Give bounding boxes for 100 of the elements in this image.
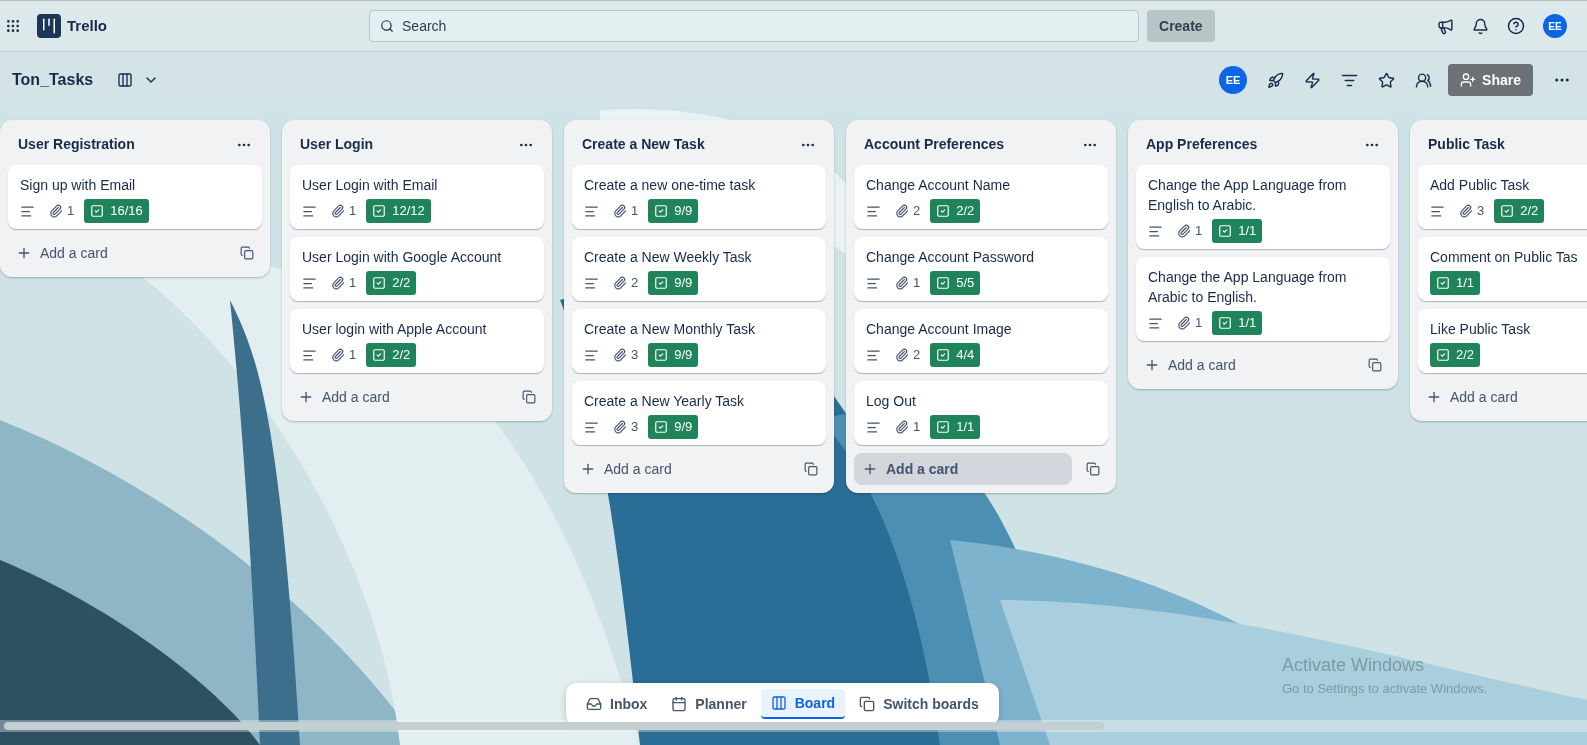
attachment-count: 1 (913, 274, 921, 293)
card-title: Change the App Language from English to Arabic. (1148, 176, 1348, 215)
template-icon[interactable] (1368, 358, 1382, 372)
plus-icon (862, 461, 878, 477)
task-card[interactable]: Like Public Task 2/2 (1418, 309, 1587, 373)
add-card-button[interactable]: Add a card (572, 453, 790, 485)
attachment-count: 3 (1477, 202, 1485, 221)
horizontal-scrollbar[interactable] (0, 720, 1587, 732)
attachment-count: 3 (631, 418, 639, 437)
card-title: User login with Apple Account (302, 320, 488, 339)
checklist-badge: 2/2 (366, 271, 417, 295)
list-title[interactable]: User Registration (18, 134, 135, 155)
app-name[interactable]: Trello (67, 14, 107, 38)
attachment-icon (1177, 316, 1191, 330)
task-card[interactable]: Add Public Task 3 2/2 (1418, 165, 1587, 229)
task-card[interactable]: Create a new one-time task 1 9/9 (572, 165, 826, 229)
card-title: User Login with Email (302, 176, 439, 195)
list-title[interactable]: Account Preferences (864, 134, 1005, 155)
nav-tab[interactable]: Switch boards (849, 689, 989, 719)
boards-icon (859, 696, 876, 712)
add-card-button[interactable]: Add a card (290, 381, 508, 413)
attachment-icon (895, 420, 909, 434)
card-title: Add Public Task (1430, 176, 1531, 195)
list-title[interactable]: App Preferences (1146, 134, 1258, 155)
task-card[interactable]: Change the App Language from Arabic to English. 1 1/1 (1136, 257, 1390, 341)
attachment-count: 1 (631, 202, 639, 221)
apps-icon[interactable] (5, 18, 21, 34)
search-field[interactable]: Search (369, 10, 1139, 42)
checklist-badge: 9/9 (648, 415, 699, 439)
megaphone-icon[interactable] (1437, 17, 1454, 35)
template-icon[interactable] (240, 246, 254, 260)
checklist-badge: 1/1 (1212, 219, 1263, 243)
nav-tab[interactable]: Inbox (576, 689, 658, 719)
attachment-icon (895, 348, 909, 362)
attachment-icon (613, 420, 627, 434)
task-card[interactable]: Comment on Public Tas 1/1 (1418, 237, 1587, 301)
task-card[interactable]: Create a New Weekly Task 2 9/9 (572, 237, 826, 301)
nav-tab[interactable]: Board (760, 689, 846, 719)
checklist-badge: 4/4 (930, 343, 981, 367)
board-icon (770, 695, 787, 711)
attachment-icon (613, 204, 627, 218)
template-icon[interactable] (1086, 462, 1100, 476)
attachment-count: 2 (631, 274, 639, 293)
board-title[interactable]: Ton_Tasks (12, 68, 94, 92)
attachment-icon (613, 348, 627, 362)
task-card[interactable]: User Login with Google Account 1 2/2 (290, 237, 544, 301)
lightning-icon[interactable] (1304, 71, 1322, 89)
help-icon[interactable] (1507, 17, 1525, 35)
activation-title: Activate Windows (1282, 654, 1426, 677)
task-card[interactable]: Sign up with Email 1 16/16 (8, 165, 262, 229)
add-card-button[interactable]: Add a card (8, 237, 226, 269)
people-icon[interactable] (1415, 71, 1433, 89)
user-avatar[interactable]: EE (1543, 14, 1567, 38)
add-card-button[interactable]: Add a card (854, 453, 1072, 485)
attachment-icon (331, 276, 345, 290)
checklist-badge: 9/9 (648, 271, 699, 295)
attachment-icon (613, 276, 627, 290)
card-title: User Login with Google Account (302, 248, 503, 267)
add-card-button[interactable]: Add a card (1418, 381, 1587, 413)
list-title[interactable]: Public Task (1428, 134, 1505, 155)
card-title: Change Account Password (866, 248, 1036, 267)
share-button[interactable]: Share (1448, 64, 1533, 96)
card-title: Log Out (866, 392, 917, 411)
attachment-icon (895, 204, 909, 218)
checklist-badge: 1/1 (1212, 311, 1263, 335)
task-card[interactable]: User login with Apple Account 1 2/2 (290, 309, 544, 373)
task-card[interactable]: Create a New Monthly Task 3 9/9 (572, 309, 826, 373)
list-title[interactable]: Create a New Task (582, 134, 705, 155)
plus-icon (298, 389, 314, 405)
activation-text: Go to Settings to activate Windows. (1282, 680, 1488, 698)
add-card-button[interactable]: Add a card (1136, 349, 1354, 381)
board-view-icon[interactable] (117, 72, 134, 88)
logo-icon (37, 14, 61, 38)
card-title: Comment on Public Tas (1430, 248, 1579, 267)
task-card[interactable]: Log Out 1 1/1 (854, 381, 1108, 445)
nav-tab[interactable]: Planner (661, 689, 757, 719)
checklist-badge: 2/2 (1494, 199, 1545, 223)
attachment-icon (1177, 224, 1191, 238)
list-title[interactable]: User Login (300, 134, 374, 155)
member-avatar[interactable]: EE (1219, 66, 1248, 94)
checklist-badge: 2/2 (366, 343, 417, 367)
attachment-icon (1459, 204, 1473, 218)
attachment-count: 2 (913, 346, 921, 365)
task-card[interactable]: Change the App Language from English to Arabic. 1 1/1 (1136, 165, 1390, 249)
task-card[interactable]: Change Account Image 2 4/4 (854, 309, 1108, 373)
notifications-icon[interactable] (1472, 17, 1489, 35)
template-icon[interactable] (522, 390, 536, 404)
card-title: Like Public Task (1430, 320, 1532, 339)
star-icon[interactable] (1378, 71, 1396, 89)
task-card[interactable]: Change Account Name 2 2/2 (854, 165, 1108, 229)
checklist-badge: 12/12 (366, 199, 431, 223)
checklist-badge: 9/9 (648, 199, 699, 223)
template-icon[interactable] (804, 462, 818, 476)
checklist-badge: 1/1 (1430, 271, 1481, 295)
attachment-count: 1 (67, 202, 75, 221)
task-card[interactable]: Create a New Yearly Task 3 9/9 (572, 381, 826, 445)
task-card[interactable]: Change Account Password 1 5/5 (854, 237, 1108, 301)
create-button[interactable]: Create (1147, 10, 1215, 42)
rocket-icon[interactable] (1267, 71, 1285, 89)
task-card[interactable]: User Login with Email 1 12/12 (290, 165, 544, 229)
